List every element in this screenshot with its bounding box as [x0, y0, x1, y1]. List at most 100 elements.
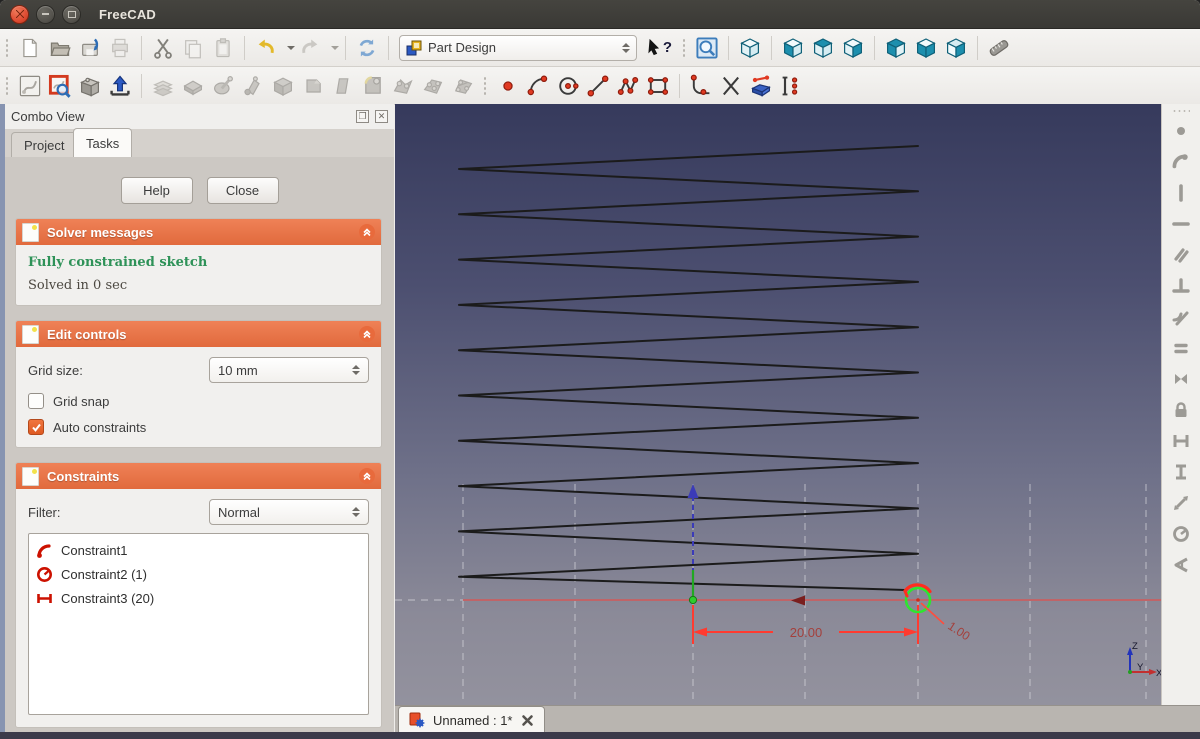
auto-constraints-checkbox[interactable]: [28, 419, 44, 435]
radius-dimension-value[interactable]: 1.00: [945, 619, 972, 644]
create-point-button[interactable]: [493, 71, 523, 101]
constraint-filter-select[interactable]: Normal: [209, 499, 369, 525]
width-dimension[interactable]: 20.00: [693, 605, 918, 644]
constraint-item[interactable]: Constraint2 (1): [29, 562, 368, 586]
paste-button[interactable]: [208, 33, 238, 63]
new-sketch-button[interactable]: [15, 71, 45, 101]
window-maximize-button[interactable]: [62, 5, 81, 24]
chamfer-button[interactable]: [298, 71, 328, 101]
tab-close-icon[interactable]: [521, 714, 534, 727]
constrain-parallel-button[interactable]: [1166, 239, 1196, 270]
constrain-tangent-button[interactable]: [1166, 301, 1196, 332]
pad-dressup-button[interactable]: [148, 71, 178, 101]
spinner-arrows-icon[interactable]: [622, 43, 630, 53]
refresh-button[interactable]: [352, 33, 382, 63]
toolbar-grip[interactable]: [5, 76, 9, 96]
print-button[interactable]: [105, 33, 135, 63]
edit-sketch-button[interactable]: [45, 71, 75, 101]
pocket-button[interactable]: [268, 71, 298, 101]
constrain-symmetric-button[interactable]: [1166, 363, 1196, 394]
fit-all-button[interactable]: [692, 33, 722, 63]
measure-button[interactable]: [984, 33, 1014, 63]
sketch-circle-group[interactable]: 1.00: [905, 585, 973, 644]
spinner-arrows-icon[interactable]: [352, 507, 360, 517]
grid-snap-checkbox[interactable]: [28, 393, 44, 409]
linear-pattern-button[interactable]: [418, 71, 448, 101]
toolbar-grip[interactable]: [483, 76, 487, 96]
constrain-radius-button[interactable]: [1166, 518, 1196, 549]
spinner-arrows-icon[interactable]: [352, 365, 360, 375]
collapse-chevron-icon[interactable]: [359, 224, 375, 240]
create-polyline-button[interactable]: [613, 71, 643, 101]
open-file-button[interactable]: [45, 33, 75, 63]
panel-float-icon[interactable]: ❐: [356, 110, 369, 123]
constrain-equal-button[interactable]: [1166, 332, 1196, 363]
window-close-button[interactable]: [10, 5, 29, 24]
draft-button[interactable]: [328, 71, 358, 101]
sketch-fillet-button[interactable]: [686, 71, 716, 101]
toolbar-grip[interactable]: [1172, 109, 1190, 113]
close-task-button[interactable]: Close: [207, 177, 279, 204]
create-arc-button[interactable]: [523, 71, 553, 101]
window-minimize-button[interactable]: [36, 5, 55, 24]
view-axonometric-button[interactable]: [735, 33, 765, 63]
polar-pattern-button[interactable]: [448, 71, 478, 101]
view-bottom-button[interactable]: [911, 33, 941, 63]
redo-dropdown[interactable]: [325, 33, 339, 63]
tab-tasks[interactable]: Tasks: [73, 128, 132, 157]
document-tab[interactable]: Unnamed : 1*: [398, 706, 545, 733]
save-button[interactable]: [75, 33, 105, 63]
helix-sketch-curve[interactable]: [459, 146, 918, 590]
width-dimension-value[interactable]: 20.00: [790, 625, 823, 640]
constrain-point-on-object-button[interactable]: [1166, 146, 1196, 177]
circle-center-point[interactable]: [916, 598, 920, 602]
constrain-horizontal-distance-button[interactable]: [1166, 425, 1196, 456]
external-geometry-button[interactable]: [746, 71, 776, 101]
grid-size-select[interactable]: 10 mm: [209, 357, 369, 383]
constraint-item[interactable]: Constraint3 (20): [29, 586, 368, 610]
toolbar-grip[interactable]: [682, 38, 686, 58]
view-left-button[interactable]: [941, 33, 971, 63]
titlebar[interactable]: FreeCAD: [0, 0, 1200, 29]
undo-dropdown[interactable]: [281, 33, 295, 63]
collapse-chevron-icon[interactable]: [359, 468, 375, 484]
constrain-lock-button[interactable]: [1166, 394, 1196, 425]
redo-button[interactable]: [295, 33, 325, 63]
trim-button[interactable]: [716, 71, 746, 101]
undo-button[interactable]: [251, 33, 281, 63]
create-circle-button[interactable]: [553, 71, 583, 101]
tab-project[interactable]: Project: [11, 132, 77, 157]
pad-button[interactable]: [178, 71, 208, 101]
constrain-horizontal-button[interactable]: [1166, 208, 1196, 239]
whats-this-button[interactable]: ?: [641, 33, 677, 63]
view-right-button[interactable]: [838, 33, 868, 63]
constraint-item[interactable]: Constraint1: [29, 538, 368, 562]
workbench-selector[interactable]: Part Design: [399, 35, 637, 61]
view-front-button[interactable]: [778, 33, 808, 63]
grid-snap-row[interactable]: Grid snap: [28, 393, 369, 409]
panel-close-icon[interactable]: ✕: [375, 110, 388, 123]
constrain-vertical-distance-button[interactable]: [1166, 456, 1196, 487]
fillet-feature-button[interactable]: [358, 71, 388, 101]
revolution-button[interactable]: [208, 71, 238, 101]
solver-messages-header[interactable]: Solver messages: [16, 219, 381, 245]
copy-button[interactable]: [178, 33, 208, 63]
groove-button[interactable]: [238, 71, 268, 101]
edit-controls-header[interactable]: Edit controls: [16, 321, 381, 347]
constrain-vertical-button[interactable]: [1166, 177, 1196, 208]
toolbar-grip[interactable]: [5, 38, 9, 58]
constrain-angle-button[interactable]: [1166, 549, 1196, 580]
help-button[interactable]: Help: [121, 177, 193, 204]
map-sketch-button[interactable]: [75, 71, 105, 101]
view-top-button[interactable]: [808, 33, 838, 63]
3d-viewport[interactable]: 20.00 1.00 Z Y X: [395, 104, 1161, 705]
constraint-list[interactable]: Constraint1Constraint2 (1)Constraint3 (2…: [28, 533, 369, 715]
view-rear-button[interactable]: [881, 33, 911, 63]
cut-button[interactable]: [148, 33, 178, 63]
mirrored-button[interactable]: [388, 71, 418, 101]
constraints-header[interactable]: Constraints: [16, 463, 381, 489]
origin-point[interactable]: [689, 596, 696, 603]
constrain-coincident-button[interactable]: [1166, 115, 1196, 146]
new-file-button[interactable]: [15, 33, 45, 63]
create-rectangle-button[interactable]: [643, 71, 673, 101]
